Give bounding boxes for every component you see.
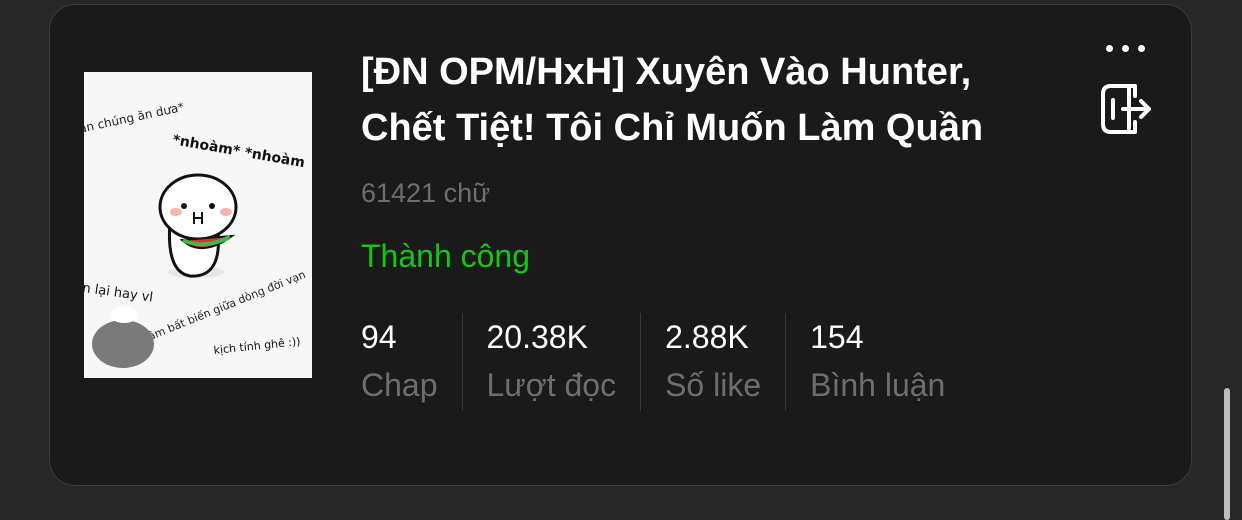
- more-options-button[interactable]: [1100, 30, 1150, 66]
- stat-comments: 154 Bình luận: [810, 313, 945, 411]
- story-title[interactable]: [ĐN OPM/HxH] Xuyên Vào Hunter, Chết Tiệt…: [361, 44, 1061, 156]
- word-count: 61421 chữ: [361, 178, 491, 208]
- stat-divider: [461, 313, 463, 411]
- exit-icon: [1101, 84, 1151, 134]
- redacted-blob: [92, 320, 154, 368]
- stat-comments-value: 154: [810, 319, 864, 355]
- more-horizontal-icon: [1137, 44, 1145, 52]
- story-cover-image[interactable]: ần chúng ăn dưa* *nhoàm* *nhoàm n lại ha…: [84, 72, 312, 378]
- more-horizontal-icon: [1121, 44, 1129, 52]
- stat-divider: [640, 313, 642, 411]
- more-horizontal-icon: [1105, 44, 1113, 52]
- status-text: Thành công: [361, 238, 531, 274]
- stat-likes-value: 2.88K: [665, 319, 749, 355]
- stat-reads-value: 20.38K: [486, 319, 588, 355]
- stat-likes-label: Số like: [665, 367, 762, 403]
- stat-chapters: 94 Chap: [361, 313, 438, 411]
- scrollbar[interactable]: [1224, 388, 1230, 520]
- stat-comments-label: Bình luận: [810, 367, 946, 403]
- stats-row: 94 Chap 20.38K Lượt đọc 2.88K Số like 15…: [361, 313, 945, 411]
- stat-chapters-value: 94: [361, 319, 397, 355]
- stat-divider: [785, 313, 787, 411]
- stat-reads-label: Lượt đọc: [486, 367, 617, 403]
- stat-likes: 2.88K Số like: [665, 313, 761, 411]
- exit-button[interactable]: [1099, 82, 1155, 138]
- stat-chapters-label: Chap: [361, 367, 438, 403]
- stat-reads: 20.38K Lượt đọc: [487, 313, 617, 411]
